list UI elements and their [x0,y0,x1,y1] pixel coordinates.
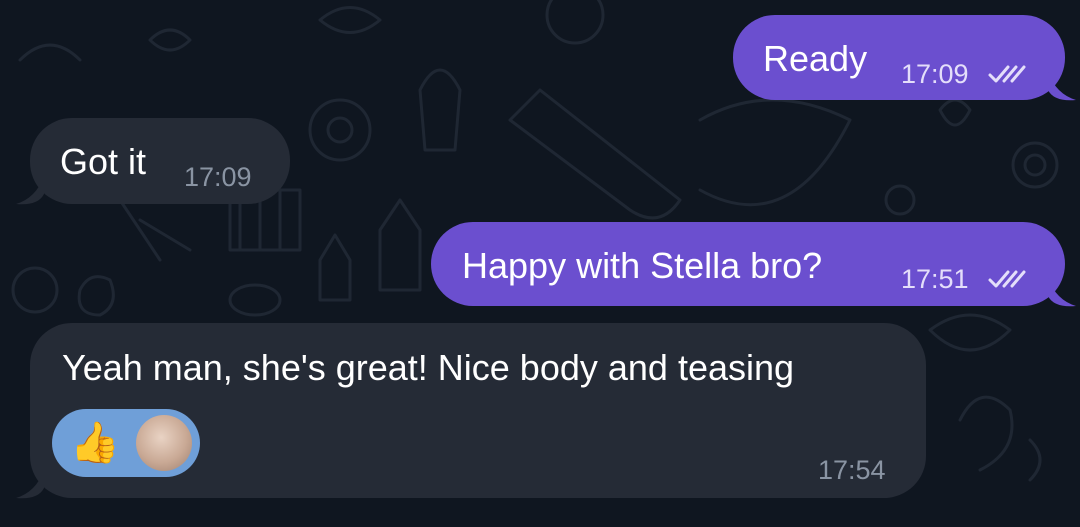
incoming-message-bubble[interactable]: Got it 17:09 [30,118,290,204]
thumbs-up-icon: 👍 [70,421,120,465]
bubble-tail [16,176,44,205]
message-time: 17:09 [184,162,252,192]
reactor-avatar [136,415,192,471]
message-text: Got it [60,141,147,182]
bubble-tail [1048,278,1076,307]
message-text: Yeah man, she's great! Nice body and tea… [62,347,795,388]
double-check-icon [988,270,1026,288]
incoming-message-bubble[interactable]: Yeah man, she's great! Nice body and tea… [30,323,926,498]
outgoing-message-bubble[interactable]: Happy with Stella bro? 17:51 [431,222,1065,306]
message-text: Ready [763,38,868,79]
reaction-badge[interactable]: 👍 [52,409,200,477]
bubble-tail [16,470,44,499]
message-time: 17:09 [901,59,969,89]
message-time: 17:51 [901,264,969,294]
double-check-icon [988,65,1026,83]
message-text: Happy with Stella bro? [462,245,823,286]
bubble-tail [1048,72,1076,101]
outgoing-message-bubble[interactable]: Ready 17:09 [733,15,1065,100]
message-time: 17:54 [818,455,886,485]
